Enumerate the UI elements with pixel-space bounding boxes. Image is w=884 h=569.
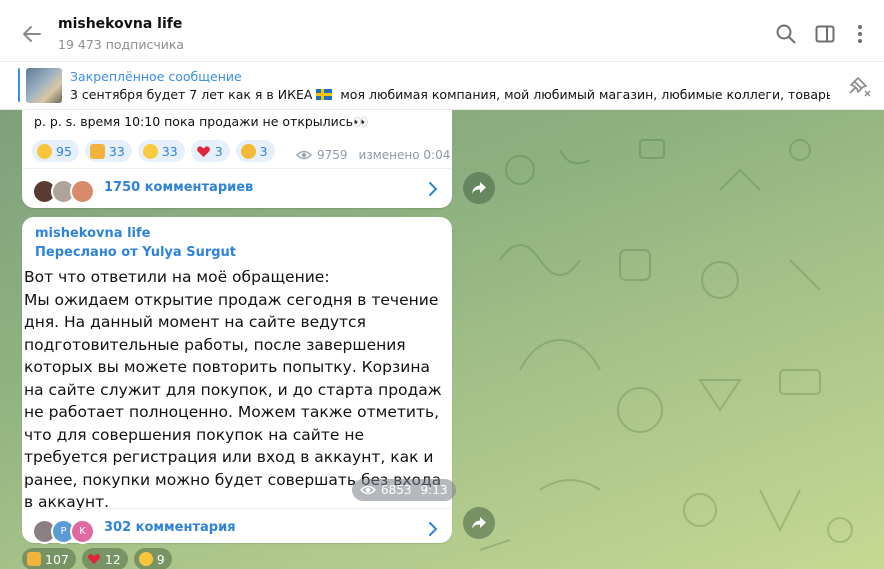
reaction-heart[interactable]: 12 xyxy=(81,548,128,569)
reaction-count: 33 xyxy=(161,143,178,159)
sad-face-icon xyxy=(37,143,52,159)
back-button[interactable] xyxy=(18,21,46,47)
avatar: K xyxy=(70,519,95,544)
message-bubble[interactable]: mishekovna life Переслано от Yulya Surgu… xyxy=(22,217,456,544)
message-meta: 9759 изменено 0:04 xyxy=(296,148,450,162)
search-icon xyxy=(776,24,796,44)
search-button[interactable] xyxy=(774,22,798,46)
chevron-right-icon xyxy=(429,182,438,196)
share-arrow-icon xyxy=(472,182,486,194)
sad-face-icon xyxy=(138,552,153,566)
reaction-count: 95 xyxy=(56,143,72,159)
reaction-count: 107 xyxy=(45,551,69,567)
back-arrow-icon xyxy=(23,26,41,42)
forwarded-from[interactable]: Переслано от Yulya Surgut xyxy=(35,245,236,260)
message-bubble[interactable]: p. p. s. время 10:10 пока продажи не отк… xyxy=(22,110,452,208)
message-text: Вот что ответили на моё обращение: Мы ож… xyxy=(24,268,442,511)
view-count: 9759 xyxy=(317,148,348,162)
reaction-love[interactable]: 3 xyxy=(235,140,275,162)
view-count: 6853 xyxy=(381,483,412,497)
message-channel-name[interactable]: mishekovna life xyxy=(35,226,150,241)
reaction-count: 12 xyxy=(104,551,121,567)
views-eye-icon xyxy=(296,150,312,160)
pinned-message-bar[interactable]: Закреплённое сообщение 3 сентября будет … xyxy=(0,62,884,110)
pinned-text-end: моя любимая компания, мой любимый магази… xyxy=(336,87,830,102)
reaction-thumbs-up[interactable]: 33 xyxy=(84,140,132,162)
sidebar-toggle-icon xyxy=(815,25,835,43)
share-arrow-icon xyxy=(472,517,486,529)
pinned-text-start: 3 сентября будет 7 лет как я в ИКЕА xyxy=(70,87,313,102)
message-text: p. p. s. время 10:10 пока продажи не отк… xyxy=(34,114,369,129)
message-meta: 6853 9:13 xyxy=(352,479,456,501)
reaction-thumbs-up[interactable]: 107 xyxy=(22,548,76,569)
reaction-heart[interactable]: 3 xyxy=(190,140,230,162)
reaction-count: 3 xyxy=(214,143,223,159)
sidebar-toggle-button[interactable] xyxy=(813,22,837,46)
reaction-sad[interactable]: 95 xyxy=(32,140,79,162)
unpin-icon xyxy=(849,77,871,97)
thumbs-up-icon xyxy=(89,143,105,159)
pinned-thumbnail xyxy=(26,68,62,103)
comments-count: 302 комментария xyxy=(104,520,236,535)
swedish-flag-icon xyxy=(316,89,333,100)
thumbs-up-icon xyxy=(27,552,41,566)
pinned-text: 3 сентября будет 7 лет как я в ИКЕА моя … xyxy=(70,87,830,102)
avatar xyxy=(70,179,95,204)
grinning-face-icon xyxy=(142,143,158,159)
channel-title[interactable]: mishekovna life xyxy=(58,16,182,32)
share-button[interactable] xyxy=(463,172,495,204)
face-with-hearts-icon xyxy=(240,143,256,159)
reaction-count: 9 xyxy=(156,551,165,567)
reaction-grin[interactable]: 33 xyxy=(137,140,185,162)
chevron-right-icon xyxy=(429,522,438,536)
message-time: 9:13 xyxy=(420,483,448,497)
comments-link[interactable]: 1750 комментариев xyxy=(22,168,452,209)
red-heart-icon xyxy=(87,554,100,565)
reactions-row: 95 33 33 3 3 xyxy=(32,140,275,162)
commenter-avatars xyxy=(32,179,95,204)
subscriber-count: 19 473 подписчика xyxy=(58,37,185,52)
reaction-count: 3 xyxy=(259,143,268,159)
chat-area[interactable]: p. p. s. время 10:10 пока продажи не отк… xyxy=(0,110,884,569)
edited-time: изменено 0:04 xyxy=(358,148,451,162)
share-button[interactable] xyxy=(463,507,495,539)
red-heart-icon xyxy=(196,145,210,157)
more-vertical-icon xyxy=(858,25,862,43)
views-eye-icon xyxy=(360,485,376,495)
unpin-button[interactable] xyxy=(846,75,872,97)
chat-header: mishekovna life 19 473 подписчика xyxy=(0,0,884,62)
more-menu-button[interactable] xyxy=(848,22,872,46)
reaction-sad[interactable]: 9 xyxy=(133,548,172,569)
reaction-count: 33 xyxy=(108,143,125,159)
pinned-title: Закреплённое сообщение xyxy=(70,69,242,84)
reactions-row: 107 12 9 xyxy=(22,548,172,569)
comments-link[interactable]: P K 302 комментария xyxy=(22,508,452,549)
commenter-avatars: P K xyxy=(32,519,95,544)
pinned-indicator xyxy=(18,68,20,102)
comments-count: 1750 комментариев xyxy=(104,180,254,195)
